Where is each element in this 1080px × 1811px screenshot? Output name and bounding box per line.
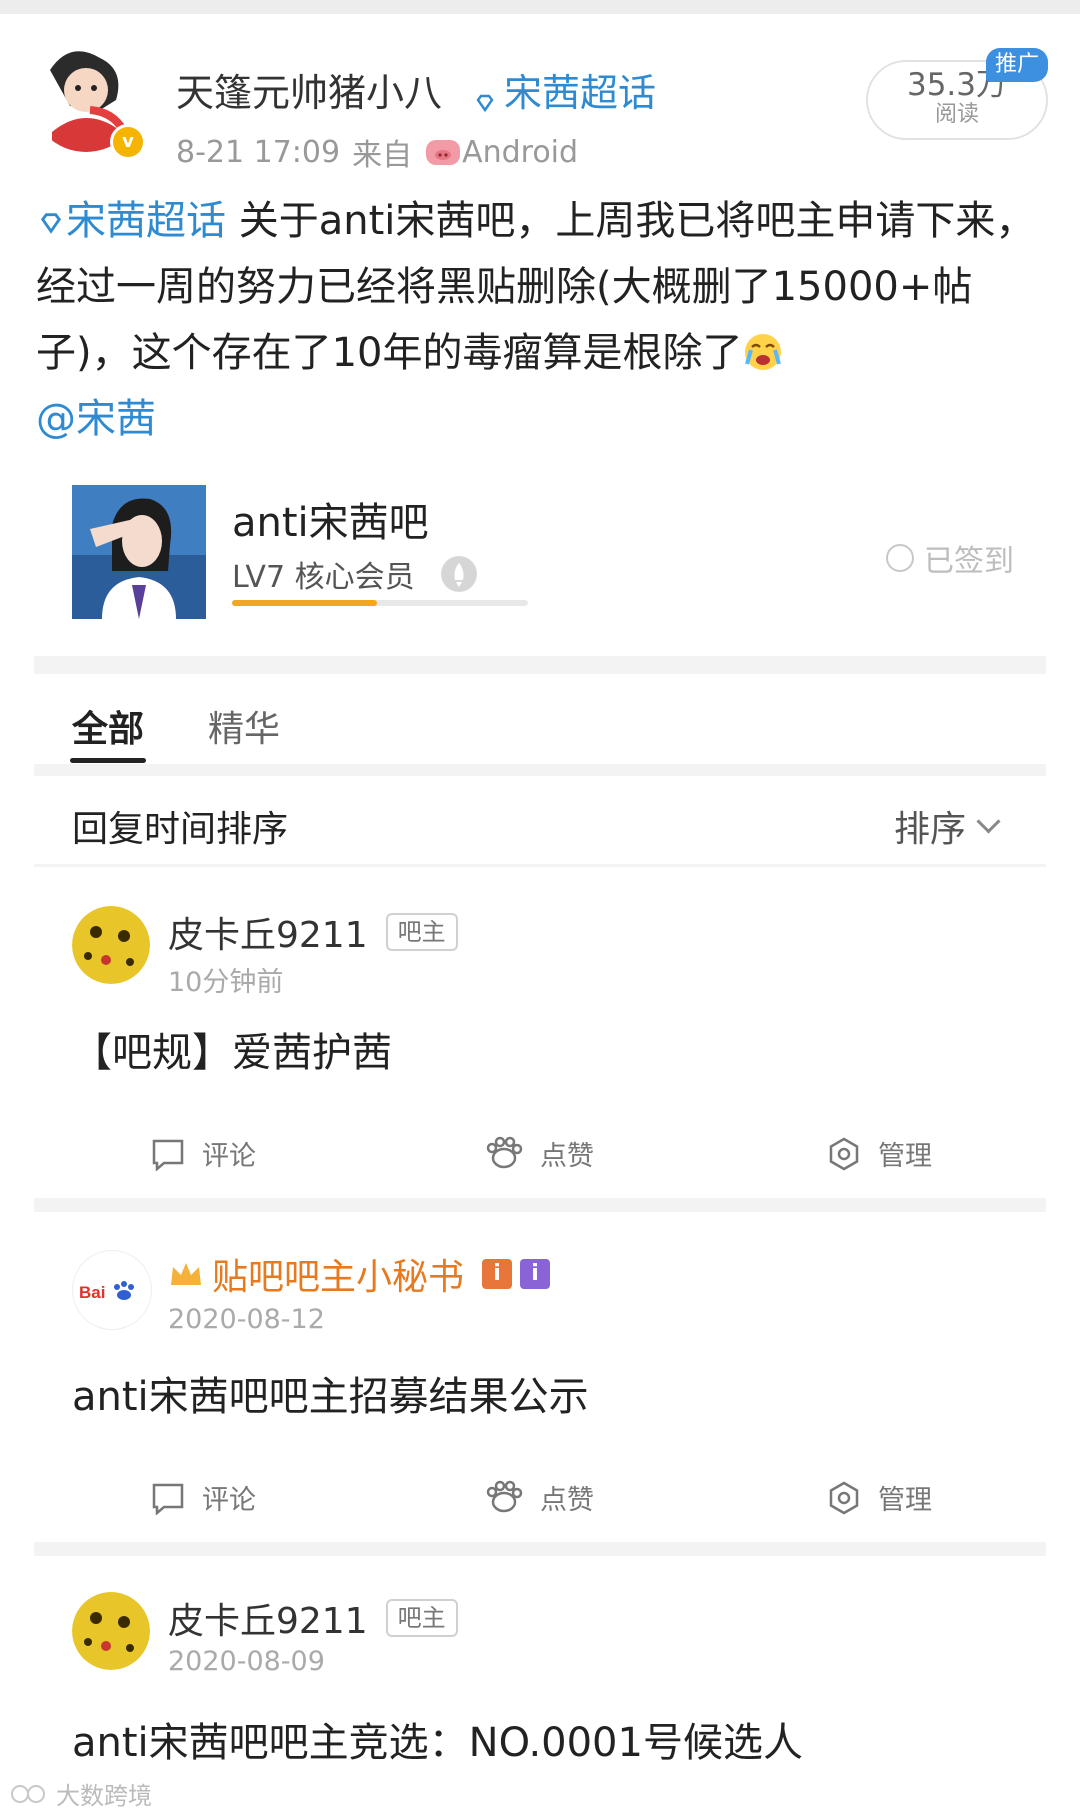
post-time: 8-21 17:09 xyxy=(176,134,341,170)
comment-icon xyxy=(152,1139,184,1171)
forum-owner-badge: 吧主 xyxy=(385,913,458,951)
promo-badge: 推广 xyxy=(986,48,1048,82)
comment-button[interactable]: 评论 xyxy=(150,1478,256,1517)
like-button[interactable]: 点赞 xyxy=(484,1478,594,1517)
like-button[interactable]: 点赞 xyxy=(484,1134,594,1173)
manage-label: 管理 xyxy=(878,1485,932,1516)
super-topic-label: 宋茜超话 xyxy=(504,71,657,115)
post-author-name: 贴吧吧主小秘书 xyxy=(212,1257,465,1298)
post-author-name: 皮卡丘9211 xyxy=(168,1601,368,1642)
chevron-down-icon xyxy=(976,808,1001,834)
manage-hexagon-icon xyxy=(829,1481,859,1514)
post-author[interactable]: 贴吧吧主小秘书 i i xyxy=(168,1248,551,1300)
forum-avatar[interactable] xyxy=(72,485,206,619)
post-author[interactable]: 皮卡丘9211 吧主 xyxy=(168,906,458,958)
like-paw-icon xyxy=(486,1480,523,1512)
level-progress-fill xyxy=(232,600,378,606)
post-body: 宋茜超话 关于anti宋茜吧，上周我已将吧主申请下来，经过一周的努力已经将黑贴删… xyxy=(36,188,1056,452)
author-name[interactable]: 天篷元帅猪小八 xyxy=(176,62,442,117)
forum-owner-badge: 吧主 xyxy=(385,1599,458,1637)
manage-hexagon-icon xyxy=(829,1137,859,1170)
signed-in-label: 已签到 xyxy=(924,544,1014,579)
like-label: 点赞 xyxy=(540,1141,594,1172)
manage-label: 管理 xyxy=(878,1141,932,1172)
mention-link[interactable]: @宋茜 xyxy=(36,396,156,442)
source-prefix: 来自 xyxy=(352,138,413,173)
watermark: 大数跨境 xyxy=(10,1776,152,1811)
post-author-name: 皮卡丘9211 xyxy=(168,915,368,956)
post-time: 2020-08-12 xyxy=(168,1304,325,1335)
level-progress-bar xyxy=(232,600,528,606)
check-circle-icon xyxy=(886,544,914,572)
comment-label: 评论 xyxy=(202,1485,256,1516)
post-author-avatar[interactable]: Bai xyxy=(72,1250,152,1330)
watermark-text: 大数跨境 xyxy=(56,1782,152,1810)
sort-dropdown-label: 排序 xyxy=(894,809,967,850)
post-author-avatar[interactable] xyxy=(72,1592,150,1670)
crying-face-icon xyxy=(743,326,783,370)
manage-button[interactable]: 管理 xyxy=(826,1134,932,1173)
like-label: 点赞 xyxy=(540,1485,594,1516)
rocket-icon xyxy=(440,556,477,592)
top-status-strip xyxy=(0,0,1080,14)
section-divider xyxy=(34,864,1046,867)
comment-icon xyxy=(152,1483,184,1515)
verified-badge-icon: v xyxy=(110,124,146,160)
active-tab-indicator xyxy=(70,758,146,763)
read-label: 阅读 xyxy=(934,102,979,127)
member-level: LV7 核心会员 xyxy=(232,552,477,596)
sort-mode-label: 回复时间排序 xyxy=(72,809,289,850)
crown-icon xyxy=(171,1263,201,1285)
comment-label: 评论 xyxy=(202,1141,256,1172)
post-title[interactable]: anti宋茜吧吧主招募结果公示 xyxy=(72,1364,589,1422)
post-author[interactable]: 皮卡丘9211 吧主 xyxy=(168,1592,458,1644)
post-time: 10分钟前 xyxy=(168,967,284,998)
post-meta: 8-21 17:09 来自 Android xyxy=(176,130,578,174)
post-title[interactable]: anti宋茜吧吧主竞选：NO.0001号候选人 xyxy=(72,1710,803,1768)
super-topic-link[interactable]: 宋茜超话 xyxy=(474,62,656,117)
section-divider xyxy=(34,656,1046,674)
tab-all[interactable]: 全部 xyxy=(72,700,144,752)
like-paw-icon xyxy=(486,1136,523,1168)
forum-name[interactable]: anti宋茜吧 xyxy=(232,490,429,548)
post-time: 2020-08-09 xyxy=(168,1646,325,1677)
signed-in-button[interactable]: 已签到 xyxy=(886,536,1014,580)
tab-featured[interactable]: 精华 xyxy=(208,700,280,752)
comment-button[interactable]: 评论 xyxy=(150,1134,256,1173)
body-topic-label: 宋茜超话 xyxy=(66,198,226,244)
post-divider xyxy=(34,1542,1046,1556)
source-app: Android xyxy=(462,134,579,170)
post-author-avatar[interactable] xyxy=(72,906,150,984)
post-title[interactable]: 【吧规】爱茜护茜 xyxy=(72,1020,392,1078)
manage-button[interactable]: 管理 xyxy=(826,1478,932,1517)
svg-text:Bai: Bai xyxy=(79,1283,105,1302)
member-level-text: LV7 核心会员 xyxy=(232,560,415,595)
info-badge-icon: i xyxy=(520,1259,551,1289)
body-topic-link[interactable]: 宋茜超话 xyxy=(36,198,226,244)
pig-icon xyxy=(424,137,462,167)
post-divider xyxy=(34,1198,1046,1212)
watermark-logo-icon xyxy=(11,1784,45,1803)
sort-dropdown[interactable]: 排序 xyxy=(894,800,1001,852)
diamond-icon xyxy=(474,79,496,112)
info-badge-icon: i xyxy=(482,1259,513,1289)
section-divider xyxy=(34,764,1046,776)
